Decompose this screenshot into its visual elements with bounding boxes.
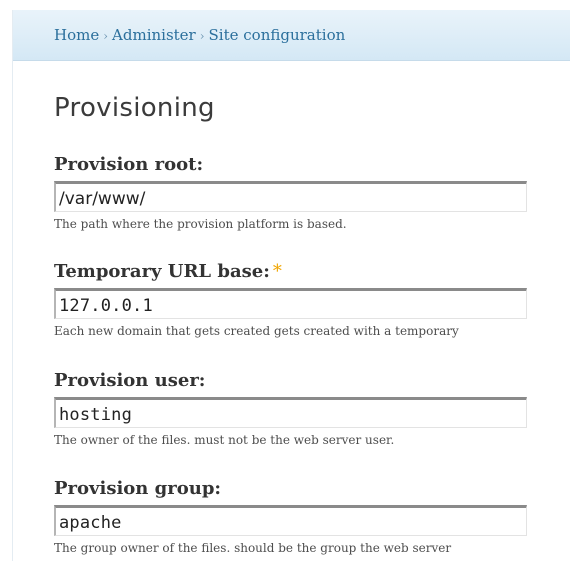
provision-user-label-text: Provision user: (54, 370, 206, 391)
page-left-border (12, 10, 13, 561)
provision-user-field: Provision user: The owner of the files. … (54, 369, 570, 447)
provision-group-field: Provision group: The group owner of the … (54, 477, 570, 555)
provision-root-input[interactable] (54, 181, 527, 212)
provision-root-field: Provision root: The path where the provi… (54, 153, 570, 231)
breadcrumb-separator: › (199, 29, 205, 43)
provision-group-description: The group owner of the files. should be … (54, 541, 452, 555)
breadcrumb-bar: Home › Administer › Site configuration (13, 10, 570, 61)
provision-user-description: The owner of the files. must not be the … (54, 433, 395, 447)
temporary-url-base-label-text: Temporary URL base: (54, 261, 270, 282)
breadcrumb: Home › Administer › Site configuration (54, 26, 345, 44)
breadcrumb-administer-link[interactable]: Administer (112, 26, 196, 44)
breadcrumb-site-configuration-link[interactable]: Site configuration (209, 26, 346, 44)
provision-root-label: Provision root: (54, 153, 570, 177)
temporary-url-base-label: Temporary URL base: * (54, 260, 570, 284)
provision-group-input[interactable] (54, 505, 527, 536)
required-marker: * (272, 261, 282, 282)
temporary-url-base-field: Temporary URL base:* Each new domain tha… (54, 260, 570, 338)
provision-user-label: Provision user: (54, 369, 570, 393)
provision-root-description: The path where the provision platform is… (54, 217, 347, 231)
provision-group-label-text: Provision group: (54, 478, 222, 499)
provision-root-label-text: Provision root: (54, 154, 204, 175)
provision-user-input[interactable] (54, 397, 527, 428)
page-title: Provisioning (54, 93, 215, 123)
temporary-url-base-input[interactable] (54, 288, 527, 319)
temporary-url-base-description: Each new domain that gets created gets c… (54, 324, 459, 338)
breadcrumb-home-link[interactable]: Home (54, 26, 99, 44)
breadcrumb-separator: › (103, 29, 109, 43)
provision-group-label: Provision group: (54, 477, 570, 501)
